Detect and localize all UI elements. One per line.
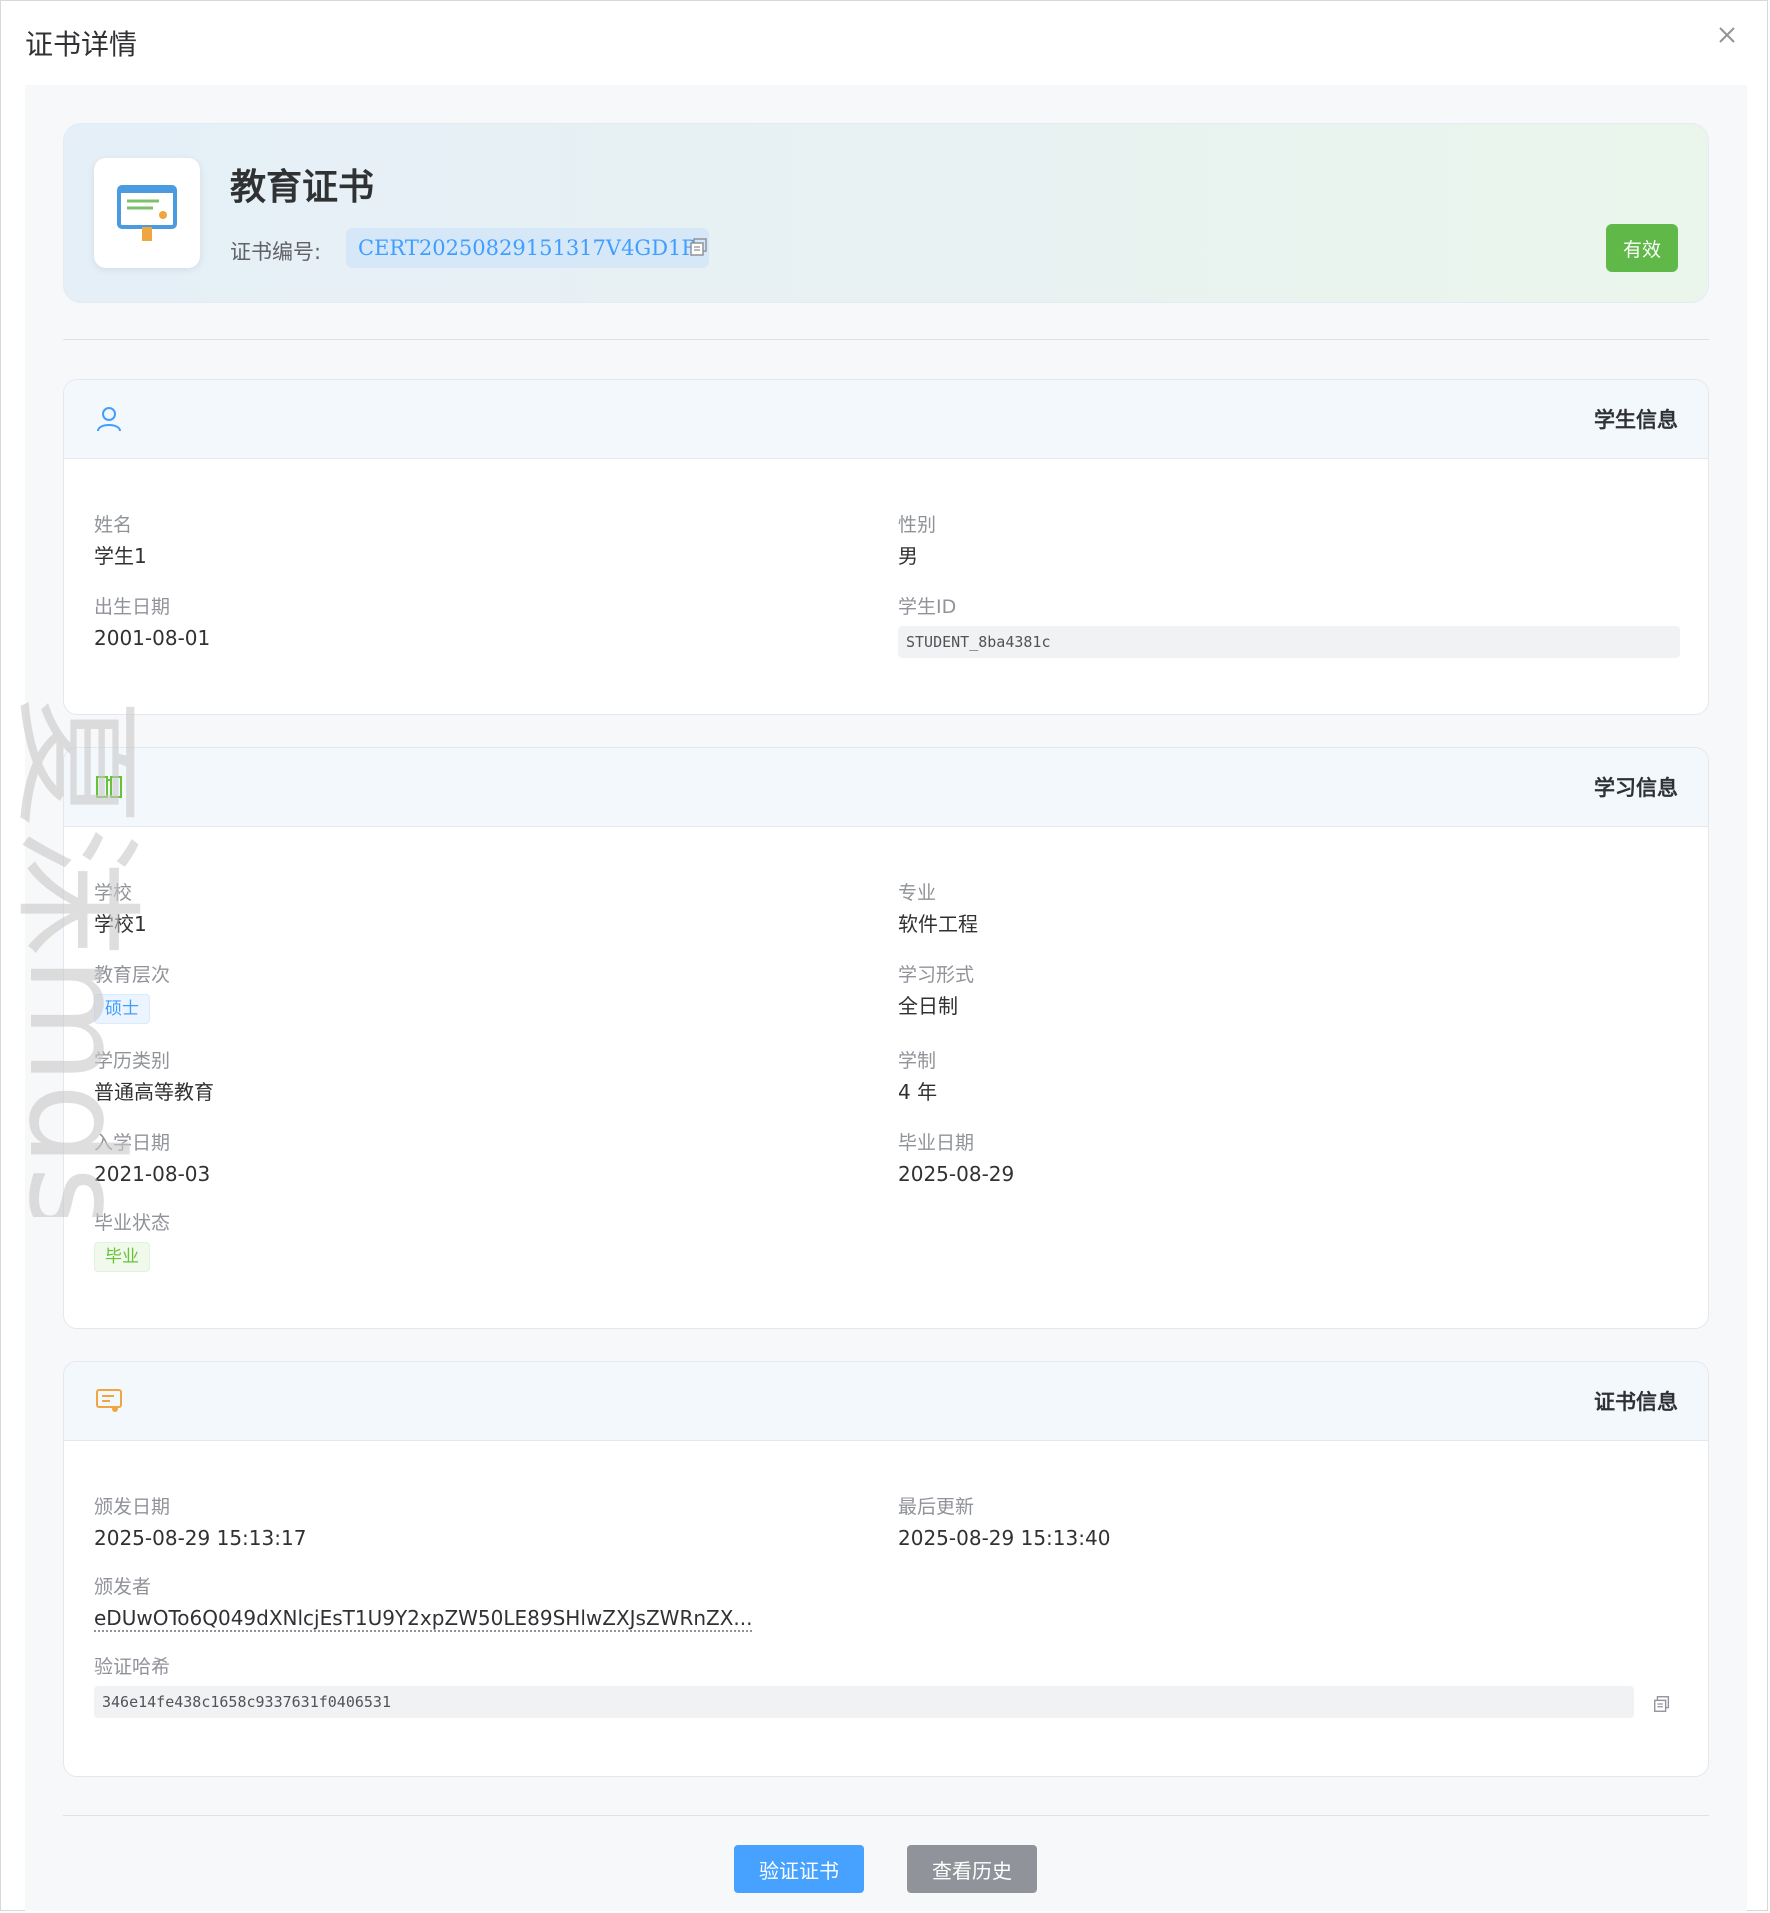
mode-label: 学习形式 [898, 964, 975, 986]
view-history-button[interactable]: 查看历史 [907, 1845, 1037, 1893]
study-info-title: 学习信息 [1594, 776, 1678, 800]
school-field: 学校 学校1 [94, 882, 147, 936]
category-value: 普通高等教育 [94, 1080, 214, 1104]
certificate-info-title: 证书信息 [1594, 1390, 1678, 1414]
grad-status-tag: 毕业 [94, 1242, 150, 1272]
student-info-card: 学生信息 姓名 学生1 性别 男 出生日期 2001-08-01 学生ID ST… [63, 379, 1709, 715]
graduate-label: 毕业日期 [898, 1132, 975, 1154]
birth-label: 出生日期 [94, 596, 171, 618]
name-value: 学生1 [94, 544, 147, 568]
category-field: 学历类别 普通高等教育 [94, 1050, 214, 1104]
verify-certificate-button[interactable]: 验证证书 [734, 1845, 864, 1893]
issue-date-label: 颁发日期 [94, 1496, 171, 1518]
birth-field: 出生日期 2001-08-01 [94, 596, 210, 650]
copy-icon[interactable] [1652, 1694, 1672, 1714]
certificate-number: CERT20250829151317V4GD1R [346, 228, 710, 268]
school-value: 学校1 [94, 912, 147, 936]
student-id-value: STUDENT_8ba4381c [898, 626, 1680, 658]
certificate-logo-icon [94, 158, 200, 268]
level-field: 教育层次 硕士 [94, 964, 170, 1024]
mode-field: 学习形式 全日制 [898, 964, 974, 1018]
updated-field: 最后更新 2025-08-29 15:13:40 [898, 1496, 1110, 1550]
category-label: 学历类别 [94, 1050, 171, 1072]
divider [63, 339, 1709, 340]
issuer-field: 颁发者 eDUwOTo6Q049dXNlcjEsT1U9Y2xpZW50LE89… [94, 1576, 753, 1630]
mode-value: 全日制 [898, 994, 958, 1018]
book-icon [94, 772, 124, 802]
major-field: 专业 软件工程 [898, 882, 978, 936]
status-badge: 有效 [1606, 224, 1678, 272]
gender-field: 性别 男 [898, 514, 936, 568]
graduate-field: 毕业日期 2025-08-29 [898, 1132, 1014, 1186]
student-id-field: 学生ID STUDENT_8ba4381c [898, 596, 1680, 658]
name-field: 姓名 学生1 [94, 514, 147, 568]
major-label: 专业 [898, 882, 937, 904]
issue-date-field: 颁发日期 2025-08-29 15:13:17 [94, 1496, 306, 1550]
grad-status-label: 毕业状态 [94, 1212, 171, 1234]
school-label: 学校 [94, 882, 133, 904]
dialog-title: 证书详情 [25, 28, 138, 61]
student-info-title: 学生信息 [1594, 408, 1678, 432]
level-label: 教育层次 [94, 964, 171, 986]
level-tag: 硕士 [94, 994, 150, 1024]
graduate-value: 2025-08-29 [898, 1162, 1015, 1186]
copy-icon[interactable] [688, 236, 710, 258]
birth-value: 2001-08-01 [94, 626, 211, 650]
enroll-label: 入学日期 [94, 1132, 171, 1154]
grad-status-field: 毕业状态 毕业 [94, 1212, 170, 1272]
hash-value: 346e14fe438c1658c9337631f0406531 [94, 1686, 1634, 1718]
certificate-header: 教育证书 证书编号: CERT20250829151317V4GD1R 有效 [63, 123, 1709, 303]
student-id-label: 学生ID [898, 596, 957, 618]
issuer-label: 颁发者 [94, 1576, 152, 1598]
hash-field: 验证哈希 346e14fe438c1658c9337631f0406531 [94, 1656, 1634, 1718]
updated-value: 2025-08-29 15:13:40 [898, 1526, 1111, 1550]
certificate-icon [94, 1386, 124, 1416]
duration-label: 学制 [898, 1050, 937, 1072]
enroll-field: 入学日期 2021-08-03 [94, 1132, 210, 1186]
issuer-value[interactable]: eDUwOTo6Q049dXNlcjEsT1U9Y2xpZW50LE89SHlw… [94, 1606, 753, 1630]
updated-label: 最后更新 [898, 1496, 975, 1518]
major-value: 软件工程 [898, 912, 978, 936]
hash-label: 验证哈希 [94, 1656, 171, 1678]
gender-value: 男 [898, 544, 918, 568]
gender-label: 性别 [898, 514, 937, 536]
certificate-number-label: 证书编号: [230, 240, 322, 264]
name-label: 姓名 [94, 514, 133, 536]
certificate-dialog: 证书详情 教育证书 证书编号: CERT20250829151317V4GD1R… [0, 0, 1768, 1911]
enroll-value: 2021-08-03 [94, 1162, 211, 1186]
duration-value: 4 年 [898, 1080, 938, 1104]
issue-date-value: 2025-08-29 15:13:17 [94, 1526, 307, 1550]
user-icon [94, 404, 124, 434]
certificate-title: 教育证书 [230, 167, 375, 208]
close-icon[interactable] [1713, 21, 1741, 49]
certificate-info-card: 证书信息 颁发日期 2025-08-29 15:13:17 最后更新 2025-… [63, 1361, 1709, 1777]
study-info-card: 学习信息 学校 学校1 专业 软件工程 教育层次 硕士 学习形式 全日制 学历类… [63, 747, 1709, 1329]
duration-field: 学制 4 年 [898, 1050, 937, 1104]
divider [63, 1815, 1709, 1816]
